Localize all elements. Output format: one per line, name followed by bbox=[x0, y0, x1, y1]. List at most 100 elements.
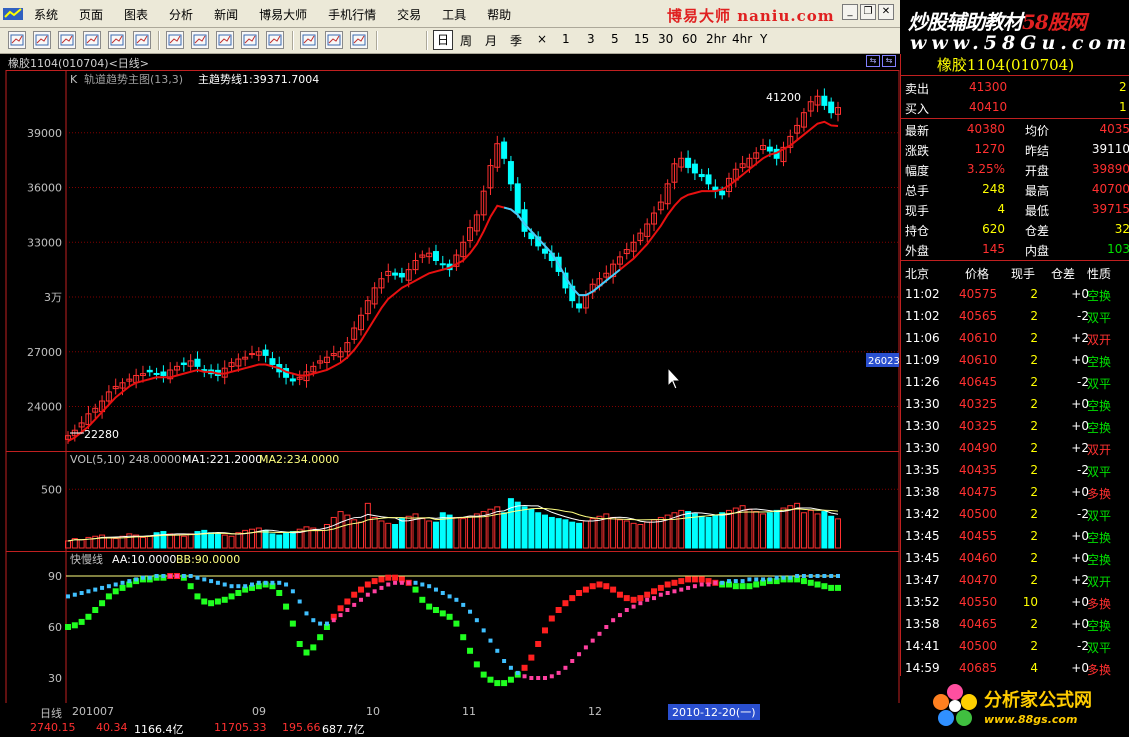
buy-row: 买入 40410 1 bbox=[901, 98, 1129, 118]
fast-line-point bbox=[92, 607, 99, 613]
tick-row[interactable]: 13:47 40470 2 +2 双开 bbox=[901, 569, 1129, 591]
close-button[interactable]: ✕ bbox=[878, 4, 894, 20]
slow-line-point bbox=[815, 574, 820, 578]
date-tick-label: 11 bbox=[462, 705, 476, 718]
menu-item-2[interactable]: 图表 bbox=[124, 6, 148, 23]
menu-item-8[interactable]: 工具 bbox=[442, 6, 466, 23]
tick-row[interactable]: 14:41 40500 2 -2 双平 bbox=[901, 635, 1129, 657]
fast-line-point bbox=[589, 583, 596, 590]
tick-row[interactable]: 13:45 40460 2 +0 空换 bbox=[901, 547, 1129, 569]
candle-body bbox=[269, 358, 276, 366]
fast-line-point bbox=[562, 600, 569, 607]
tick-row[interactable]: 13:38 40475 2 +0 多换 bbox=[901, 481, 1129, 503]
menu-item-4[interactable]: 新闻 bbox=[214, 6, 238, 23]
restore-button[interactable]: ❐ bbox=[860, 4, 876, 20]
menu-item-3[interactable]: 分析 bbox=[169, 6, 193, 23]
period-9[interactable]: 30 bbox=[658, 32, 673, 46]
tick-row[interactable]: 13:35 40435 2 -2 双平 bbox=[901, 459, 1129, 481]
fio-icon[interactable] bbox=[133, 31, 151, 49]
volume-bar bbox=[828, 515, 835, 549]
tick-row[interactable]: 13:30 40325 2 +0 空换 bbox=[901, 393, 1129, 415]
menu-item-5[interactable]: 博易大师 bbox=[259, 6, 307, 23]
tick-row[interactable]: 11:02 40575 2 +0 空换 bbox=[901, 283, 1129, 305]
fast-line-point bbox=[412, 586, 419, 593]
period-8[interactable]: 15 bbox=[634, 32, 649, 46]
flash-icon[interactable] bbox=[350, 31, 368, 49]
line-chart-icon[interactable] bbox=[33, 31, 51, 49]
volume-bar bbox=[289, 531, 296, 549]
news-icon[interactable] bbox=[108, 31, 126, 49]
fast-line-point bbox=[528, 654, 535, 661]
slow-line-point bbox=[127, 579, 132, 584]
tick-row[interactable]: 11:09 40610 2 +0 空换 bbox=[901, 349, 1129, 371]
period-12[interactable]: 4hr bbox=[732, 32, 752, 46]
tick-header-cell: 北京 bbox=[905, 267, 930, 281]
tick-row[interactable]: 13:52 40550 10 +0 多换 bbox=[901, 591, 1129, 613]
period-7[interactable]: 5 bbox=[611, 32, 619, 46]
date-axis: 日线 201007 09 10 11 12 2010-12-20(一) bbox=[0, 703, 900, 720]
period-1[interactable]: 周 bbox=[460, 32, 472, 49]
candle-body bbox=[576, 303, 583, 309]
grid-icon[interactable] bbox=[8, 31, 26, 49]
period-6[interactable]: 3 bbox=[587, 32, 595, 46]
fast-line-point bbox=[228, 593, 235, 600]
tick-row[interactable]: 13:30 40325 2 +0 空换 bbox=[901, 415, 1129, 437]
tick-time: 11:06 bbox=[905, 331, 940, 345]
tick-list[interactable]: 北京 价格 现手 仓差 性质 11:02 40575 2 +0 空换 11:02 40565 2 -2 双平… bbox=[901, 261, 1129, 701]
slow-line-point bbox=[604, 625, 609, 629]
period-2[interactable]: 月 bbox=[485, 32, 497, 49]
tick-price: 40325 bbox=[959, 419, 998, 433]
alert-icon[interactable] bbox=[300, 31, 318, 49]
menu-item-9[interactable]: 帮助 bbox=[487, 6, 511, 23]
draw-icon[interactable] bbox=[241, 31, 259, 49]
bar-chart-icon[interactable] bbox=[58, 31, 76, 49]
fast-line-point bbox=[214, 598, 221, 605]
menu-item-1[interactable]: 页面 bbox=[79, 6, 103, 23]
fast-line-point bbox=[283, 603, 290, 610]
candle-body bbox=[392, 272, 399, 276]
slow-line-point bbox=[461, 602, 466, 607]
layout-toggle-icon[interactable]: ⇆ bbox=[866, 55, 880, 67]
menu-item-0[interactable]: 系统 bbox=[34, 6, 58, 23]
print-icon[interactable] bbox=[266, 31, 284, 49]
tick-row[interactable]: 11:02 40565 2 -2 双平 bbox=[901, 305, 1129, 327]
period-13[interactable]: Y bbox=[760, 32, 767, 46]
period-11[interactable]: 2hr bbox=[706, 32, 726, 46]
menu-item-7[interactable]: 交易 bbox=[397, 6, 421, 23]
table-icon[interactable] bbox=[83, 31, 101, 49]
fast-line-point bbox=[494, 680, 501, 687]
zoom-in-icon[interactable] bbox=[191, 31, 209, 49]
period-3[interactable]: 季 bbox=[510, 32, 522, 49]
sell-label: 卖出 bbox=[905, 82, 930, 96]
period-4[interactable]: × bbox=[537, 32, 547, 46]
expand-icon[interactable]: ⇆ bbox=[882, 55, 896, 67]
tick-row[interactable]: 13:58 40465 2 +0 空换 bbox=[901, 613, 1129, 635]
watermark-url: www.58Gu.com bbox=[910, 32, 1129, 54]
period-0[interactable]: 日 bbox=[433, 30, 454, 50]
tick-row[interactable]: 13:45 40455 2 +0 空换 bbox=[901, 525, 1129, 547]
tick-row[interactable]: 13:30 40490 2 +2 双开 bbox=[901, 437, 1129, 459]
color-icon[interactable] bbox=[325, 31, 343, 49]
tick-row[interactable]: 11:26 40645 2 -2 双平 bbox=[901, 371, 1129, 393]
refresh-icon[interactable] bbox=[166, 31, 184, 49]
tick-time: 13:52 bbox=[905, 595, 940, 609]
period-5[interactable]: 1 bbox=[562, 32, 570, 46]
slow-line-point bbox=[488, 638, 493, 643]
slow-line-point bbox=[243, 584, 248, 589]
volume-bar bbox=[139, 536, 146, 549]
tick-type: 双平 bbox=[1087, 311, 1112, 325]
price-tick-label: 39000 bbox=[27, 127, 62, 140]
tick-time: 11:09 bbox=[905, 353, 940, 367]
menu-item-6[interactable]: 手机行情 bbox=[328, 6, 376, 23]
chart-area[interactable]: 39000 36000 33000 3万 27000 24000 500 90 60 30 K… bbox=[0, 70, 900, 720]
zoom-out-icon[interactable] bbox=[216, 31, 234, 49]
tick-row[interactable]: 13:42 40500 2 -2 双平 bbox=[901, 503, 1129, 525]
quote-row: 最新 40380 均价 4035 bbox=[901, 120, 1129, 140]
minimize-button[interactable]: _ bbox=[842, 4, 858, 20]
period-10[interactable]: 60 bbox=[682, 32, 697, 46]
tick-row[interactable]: 11:06 40610 2 +2 双开 bbox=[901, 327, 1129, 349]
quote-row: 持仓 620 仓差 32 bbox=[901, 220, 1129, 240]
volume-bar bbox=[174, 534, 181, 549]
fast-line-point bbox=[582, 586, 589, 593]
panel-frame-0 bbox=[5, 70, 900, 452]
